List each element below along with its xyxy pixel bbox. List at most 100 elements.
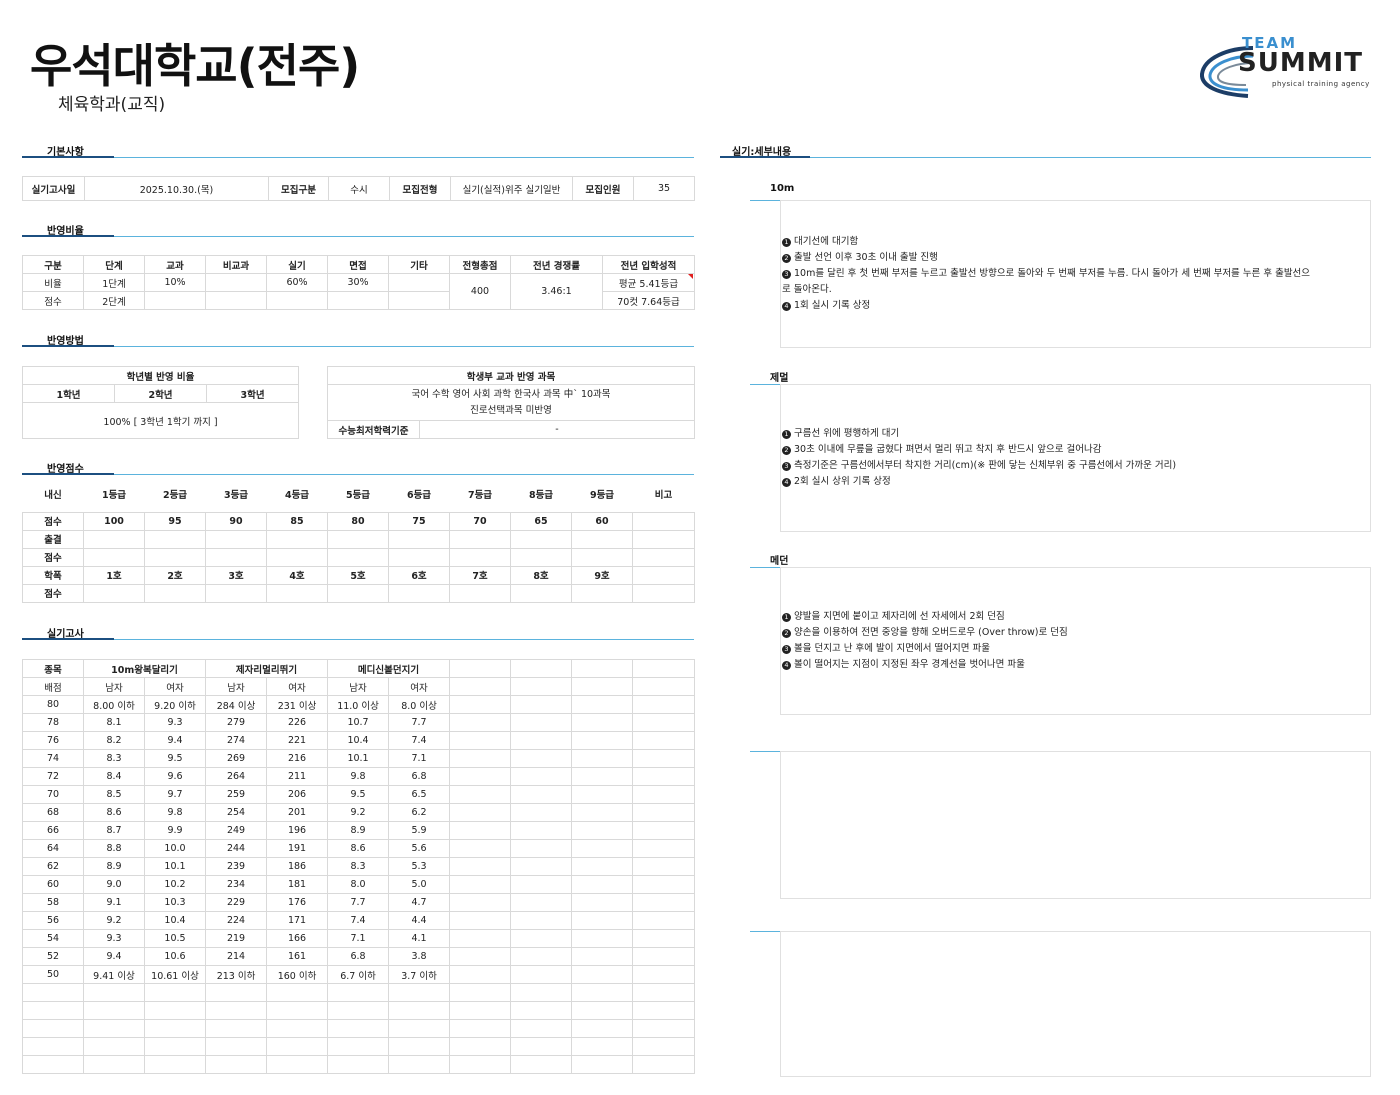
score-label: 배점 [22, 677, 84, 696]
record-cell: 9.2 [327, 803, 390, 822]
record-cell: 8.8 [83, 839, 145, 858]
subject-title: 학생부 교과 반영 과목 [327, 366, 695, 385]
empty-cell [571, 1001, 634, 1020]
record-cell: 161 [266, 947, 329, 966]
record-cell: 191 [266, 839, 329, 858]
empty-cell [327, 983, 390, 1002]
number-4-icon: 4 [782, 478, 791, 487]
detail-text-10m: 1 대기선에 대기함 2 출발 선언 이후 30초 이내 출발 진행 3 10m를 달… [782, 234, 1369, 314]
scores-cell [205, 529, 267, 549]
empty-cell [571, 713, 634, 732]
record-cell: 3.7 이하 [388, 965, 451, 984]
empty-cell [510, 785, 573, 804]
record-cell: 8.00 이하 [83, 695, 145, 714]
empty-cell [449, 821, 512, 840]
record-cell: 8.9 [83, 857, 145, 876]
empty-cell [632, 1055, 696, 1074]
record-cell: 5.6 [388, 839, 451, 858]
empty-cell [510, 1001, 573, 1020]
divider [720, 157, 1371, 158]
empty-cell [22, 1001, 84, 1020]
divider-accent [22, 156, 114, 158]
record-cell: 244 [205, 839, 268, 858]
gender-header: 남자 [83, 677, 145, 696]
empty-cell [449, 803, 512, 822]
record-cell: 5.0 [388, 875, 451, 894]
empty-cell [83, 1019, 145, 1038]
event-header: 제자리멀리뛰기 [205, 659, 329, 678]
empty-cell [388, 1055, 451, 1074]
record-cell: 8.4 [83, 767, 145, 786]
scores-cell: 4호 [266, 565, 328, 585]
divider [22, 157, 694, 158]
empty-cell [571, 767, 634, 786]
record-cell: 10.6 [143, 947, 207, 966]
divider-accent [22, 235, 114, 237]
scores-table: 내신 1등급 2등급 3등급 4등급 5등급 6등급 7등급 8등급 9등급 비… [22, 484, 695, 603]
record-cell: 9.3 [83, 929, 145, 948]
number-1-icon: 1 [782, 613, 791, 622]
empty-cell [510, 839, 573, 858]
detail-line: 볼을 던지고 난 후에 발이 지면에서 떨어지면 파울 [794, 643, 990, 654]
number-3-icon: 3 [782, 270, 791, 279]
ratio-header: 전년 입학성적 [602, 255, 695, 274]
table-row: 54 9.3 10.5 219 166 7.1 4.1 [22, 929, 696, 948]
record-cell: 160 이하 [266, 965, 329, 984]
number-1-icon: 1 [782, 238, 791, 247]
empty-cell [266, 1001, 329, 1020]
empty-cell [510, 875, 573, 894]
record-cell: 5.9 [388, 821, 451, 840]
ratio-cell: 10% [144, 273, 206, 292]
detail-box-empty [780, 751, 1371, 899]
scores-row-label: 점수 [22, 547, 84, 567]
scores-header: 7등급 [467, 490, 493, 501]
scores-row-label: 학폭 [22, 565, 84, 585]
empty-cell [571, 731, 634, 750]
score-point: 58 [22, 893, 84, 912]
subject-line: 국어 수학 영어 사회 과학 한국사 과목 中` 10과목 [411, 388, 611, 400]
scores-header: 비고 [654, 490, 673, 501]
empty-cell [449, 785, 512, 804]
scores-row-label: 출결 [22, 529, 84, 549]
record-cell: 8.2 [83, 731, 145, 750]
scores-cell: 100 [83, 511, 145, 531]
logo-summit-text: SUMMIT [1238, 48, 1363, 78]
empty-cell [449, 857, 512, 876]
score-point: 56 [22, 911, 84, 930]
empty-cell [327, 1001, 390, 1020]
detail-text-throw: 1 양발을 지면에 붙이고 제자리에 선 자세에서 2회 던짐 2 양손을 이용하여… [782, 609, 1369, 673]
empty-cell [449, 875, 512, 894]
empty-cell [632, 821, 696, 840]
scores-cell: 6호 [388, 565, 450, 585]
number-2-icon: 2 [782, 629, 791, 638]
scores-cell: 60 [571, 511, 633, 531]
record-cell: 284 이상 [205, 695, 268, 714]
empty-cell [449, 1055, 512, 1074]
comment-marker-icon [688, 274, 693, 279]
scores-cell [327, 547, 389, 567]
empty-cell [632, 803, 696, 822]
empty-cell [510, 893, 573, 912]
empty-cell [510, 1037, 573, 1056]
quota-value: 35 [633, 176, 695, 201]
empty-cell [632, 785, 696, 804]
record-cell: 269 [205, 749, 268, 768]
scores-cell: 90 [205, 511, 267, 531]
empty-cell [327, 1055, 390, 1074]
empty-cell [510, 1019, 573, 1038]
gender-header: 여자 [388, 677, 451, 696]
empty-cell [327, 1037, 390, 1056]
record-cell: 196 [266, 821, 329, 840]
table-row: 56 9.2 10.4 224 171 7.4 4.4 [22, 911, 696, 930]
score-point: 60 [22, 875, 84, 894]
scores-cell [144, 529, 206, 549]
table-row: 50 9.41 이상 10.61 이상 213 이하 160 이하 6.7 이하 3.7 이… [22, 965, 696, 984]
score-point: 66 [22, 821, 84, 840]
record-cell: 7.7 [327, 893, 390, 912]
empty-cell [449, 695, 512, 714]
empty-cell [449, 965, 512, 984]
empty-cell [510, 749, 573, 768]
record-cell: 11.0 이상 [327, 695, 390, 714]
detail-line: 구름선 위에 평행하게 대기 [794, 428, 900, 439]
table-row: 72 8.4 9.6 264 211 9.8 6.8 [22, 767, 696, 786]
